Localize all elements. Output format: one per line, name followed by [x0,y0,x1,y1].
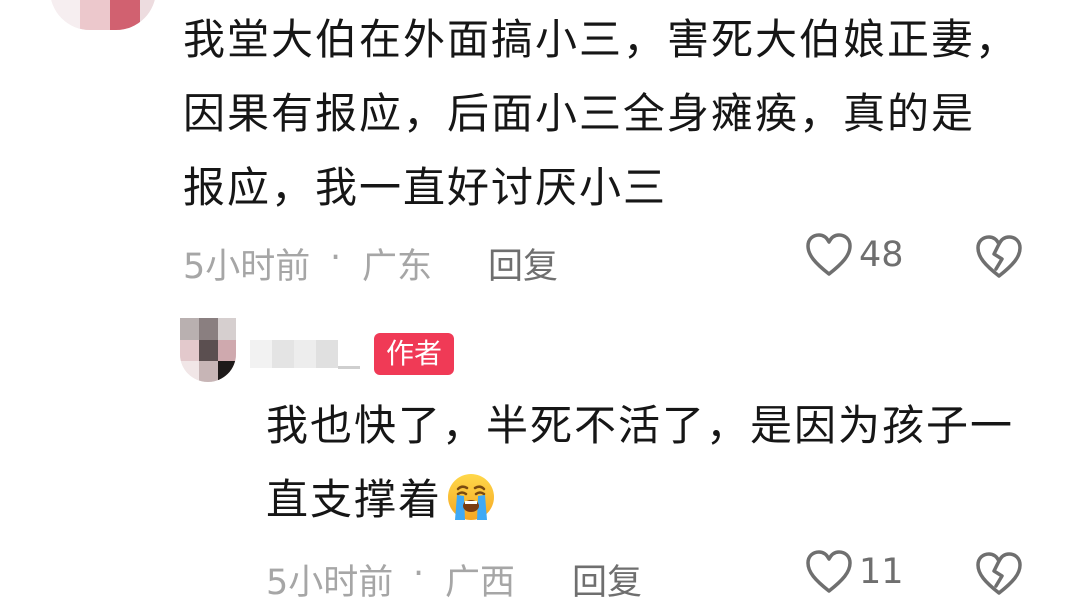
comment-meta-separator: · [330,238,342,278]
comment-dislike-button[interactable] [975,234,1023,284]
author-badge: 作者 [374,333,455,375]
heart-icon [806,233,852,276]
username-mosaic [250,340,360,369]
reply-text-line-1: 我也快了，半死不活了，是因为孩子一 [266,401,1015,450]
comment-location: 广东 [362,247,433,287]
avatar-mosaic [50,0,156,30]
avatar-mosaic [180,318,236,382]
reply-time: 5小时前 [266,563,394,603]
comment-like-count: 48 [859,235,904,275]
loudly-crying-face-emoji-icon [446,471,496,545]
reply-text-line-2: 直支撑着 [266,475,443,524]
comment-text-line-1: 我堂大伯在外面搞小三，害死大伯娘正妻， [183,15,1020,64]
commenter-avatar[interactable] [50,0,156,30]
broken-heart-icon [976,552,1022,595]
reply-like-button[interactable]: 11 [805,549,904,595]
reply-dislike-button[interactable] [975,551,1023,601]
comment-time: 5小时前 [183,247,311,287]
comment-like-button[interactable]: 48 [805,232,904,278]
reply-meta-separator: · [413,554,425,594]
reply-reply-button[interactable]: 回复 [572,554,642,605]
comment-text-line-3: 报应，我一直好讨厌小三 [183,163,668,212]
reply-like-count: 11 [859,552,904,592]
comment-reply-button[interactable]: 回复 [488,238,558,289]
heart-icon [806,550,852,593]
broken-heart-icon [976,235,1022,278]
reply-author-avatar[interactable] [180,318,236,382]
reply-author-username-blurred[interactable] [250,336,366,372]
comment-text-line-2: 因果有报应，后面小三全身瘫痪，真的是 [183,89,976,138]
reply-location: 广西 [445,563,516,603]
reply-text-line-2-wrap: 直支撑着 [266,463,496,545]
